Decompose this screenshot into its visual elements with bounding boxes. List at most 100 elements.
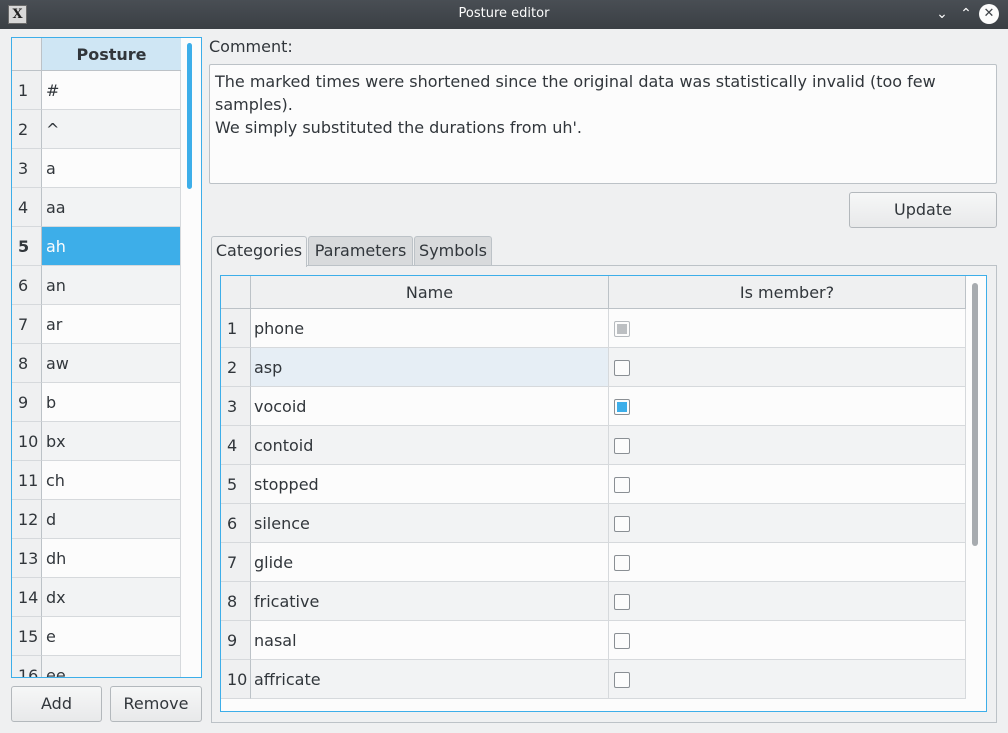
posture-cell[interactable]: ^ bbox=[42, 110, 181, 149]
row-number[interactable]: 9 bbox=[221, 621, 251, 660]
category-name-cell[interactable]: glide bbox=[251, 543, 609, 582]
table-row[interactable]: 11 ch bbox=[12, 461, 181, 500]
posture-cell[interactable]: d bbox=[42, 500, 181, 539]
row-number[interactable]: 14 bbox=[12, 578, 42, 617]
category-name-cell[interactable]: fricative bbox=[251, 582, 609, 621]
posture-cell[interactable]: aa bbox=[42, 188, 181, 227]
category-name-cell[interactable]: phone bbox=[251, 309, 609, 348]
row-number[interactable]: 3 bbox=[12, 149, 42, 188]
table-row[interactable]: 1 phone bbox=[221, 309, 966, 348]
posture-cell[interactable]: bx bbox=[42, 422, 181, 461]
member-checkbox[interactable] bbox=[614, 516, 630, 532]
category-name-cell[interactable]: asp bbox=[251, 348, 609, 387]
member-checkbox[interactable] bbox=[614, 438, 630, 454]
row-number[interactable]: 1 bbox=[12, 71, 42, 110]
posture-cell[interactable]: aw bbox=[42, 344, 181, 383]
posture-scrollbar[interactable] bbox=[187, 43, 192, 189]
member-checkbox[interactable] bbox=[614, 633, 630, 649]
categories-scrollbar[interactable] bbox=[972, 283, 978, 546]
tab-parameters[interactable]: Parameters bbox=[308, 236, 413, 266]
row-number[interactable]: 10 bbox=[221, 660, 251, 699]
name-column-header[interactable]: Name bbox=[251, 276, 609, 309]
row-number[interactable]: 1 bbox=[221, 309, 251, 348]
member-checkbox[interactable] bbox=[614, 555, 630, 571]
row-number[interactable]: 4 bbox=[221, 426, 251, 465]
posture-cell[interactable]: b bbox=[42, 383, 181, 422]
table-row[interactable]: 3 vocoid bbox=[221, 387, 966, 426]
member-checkbox[interactable] bbox=[614, 594, 630, 610]
row-number[interactable]: 6 bbox=[12, 266, 42, 305]
row-number[interactable]: 3 bbox=[221, 387, 251, 426]
posture-cell[interactable]: ee bbox=[42, 656, 181, 677]
row-number[interactable]: 5 bbox=[221, 465, 251, 504]
row-number[interactable]: 5 bbox=[12, 227, 42, 266]
table-row[interactable]: 8 fricative bbox=[221, 582, 966, 621]
minimize-icon[interactable]: ⌄ bbox=[932, 4, 952, 24]
table-row[interactable]: 5 stopped bbox=[221, 465, 966, 504]
posture-cell[interactable]: ch bbox=[42, 461, 181, 500]
posture-cell[interactable]: ah bbox=[42, 227, 181, 266]
table-row[interactable]: 8 aw bbox=[12, 344, 181, 383]
category-name-cell[interactable]: nasal bbox=[251, 621, 609, 660]
row-number[interactable]: 11 bbox=[12, 461, 42, 500]
table-row[interactable]: 16 ee bbox=[12, 656, 181, 677]
row-number[interactable]: 9 bbox=[12, 383, 42, 422]
category-name-cell[interactable]: affricate bbox=[251, 660, 609, 699]
add-button[interactable]: Add bbox=[11, 686, 102, 722]
tab-categories[interactable]: Categories bbox=[211, 236, 307, 267]
posture-cell[interactable]: e bbox=[42, 617, 181, 656]
categories-table[interactable]: Name Is member? 1 phone 2 asp 3 vocoid 4 contoi… bbox=[220, 275, 987, 712]
row-number[interactable]: 7 bbox=[12, 305, 42, 344]
maximize-icon[interactable]: ⌃ bbox=[956, 4, 976, 24]
comment-textarea[interactable]: The marked times were shortened since th… bbox=[209, 64, 997, 184]
member-checkbox[interactable] bbox=[614, 477, 630, 493]
table-row[interactable]: 5 ah bbox=[12, 227, 181, 266]
posture-cell[interactable]: dx bbox=[42, 578, 181, 617]
category-name-cell[interactable]: silence bbox=[251, 504, 609, 543]
category-name-cell[interactable]: vocoid bbox=[251, 387, 609, 426]
table-row[interactable]: 6 silence bbox=[221, 504, 966, 543]
tab-symbols[interactable]: Symbols bbox=[414, 236, 492, 266]
member-checkbox[interactable] bbox=[614, 672, 630, 688]
member-checkbox[interactable] bbox=[614, 360, 630, 376]
table-row[interactable]: 10 bx bbox=[12, 422, 181, 461]
table-row[interactable]: 15 e bbox=[12, 617, 181, 656]
table-row[interactable]: 13 dh bbox=[12, 539, 181, 578]
row-number[interactable]: 6 bbox=[221, 504, 251, 543]
category-name-cell[interactable]: contoid bbox=[251, 426, 609, 465]
table-row[interactable]: 2 asp bbox=[221, 348, 966, 387]
table-row[interactable]: 3a bbox=[12, 149, 181, 188]
table-row[interactable]: 7 glide bbox=[221, 543, 966, 582]
row-number[interactable]: 7 bbox=[221, 543, 251, 582]
table-row[interactable]: 9b bbox=[12, 383, 181, 422]
row-number[interactable]: 8 bbox=[12, 344, 42, 383]
posture-column-header[interactable]: Posture bbox=[42, 38, 181, 71]
update-button[interactable]: Update bbox=[849, 192, 997, 228]
table-row[interactable]: 9 nasal bbox=[221, 621, 966, 660]
posture-cell[interactable]: a bbox=[42, 149, 181, 188]
table-row[interactable]: 4 contoid bbox=[221, 426, 966, 465]
posture-table[interactable]: Posture 1 #2 ^ 3 a 4 aa 5 ah 6 an 7 ar 8 aw 9 b 10 bx 11 ch 1… bbox=[11, 37, 202, 678]
table-row[interactable]: 4 aa bbox=[12, 188, 181, 227]
row-number[interactable]: 2 bbox=[221, 348, 251, 387]
table-row[interactable]: 6 an bbox=[12, 266, 181, 305]
table-row[interactable]: 1 # bbox=[12, 71, 181, 110]
row-number[interactable]: 10 bbox=[12, 422, 42, 461]
table-row[interactable]: 2 ^ bbox=[12, 110, 181, 149]
remove-button[interactable]: Remove bbox=[110, 686, 202, 722]
posture-cell[interactable]: an bbox=[42, 266, 181, 305]
posture-cell[interactable]: ar bbox=[42, 305, 181, 344]
row-number[interactable]: 13 bbox=[12, 539, 42, 578]
posture-cell[interactable]: dh bbox=[42, 539, 181, 578]
row-number[interactable]: 12 bbox=[12, 500, 42, 539]
member-checkbox[interactable] bbox=[614, 399, 630, 415]
row-number[interactable]: 15 bbox=[12, 617, 42, 656]
table-row[interactable]: 14 dx bbox=[12, 578, 181, 617]
close-icon[interactable]: ✕ bbox=[979, 4, 999, 24]
posture-cell[interactable]: # bbox=[42, 71, 181, 110]
table-row[interactable]: 12 d bbox=[12, 500, 181, 539]
table-row[interactable]: 10 affricate bbox=[221, 660, 966, 699]
row-number[interactable]: 2 bbox=[12, 110, 42, 149]
member-column-header[interactable]: Is member? bbox=[609, 276, 966, 309]
category-name-cell[interactable]: stopped bbox=[251, 465, 609, 504]
